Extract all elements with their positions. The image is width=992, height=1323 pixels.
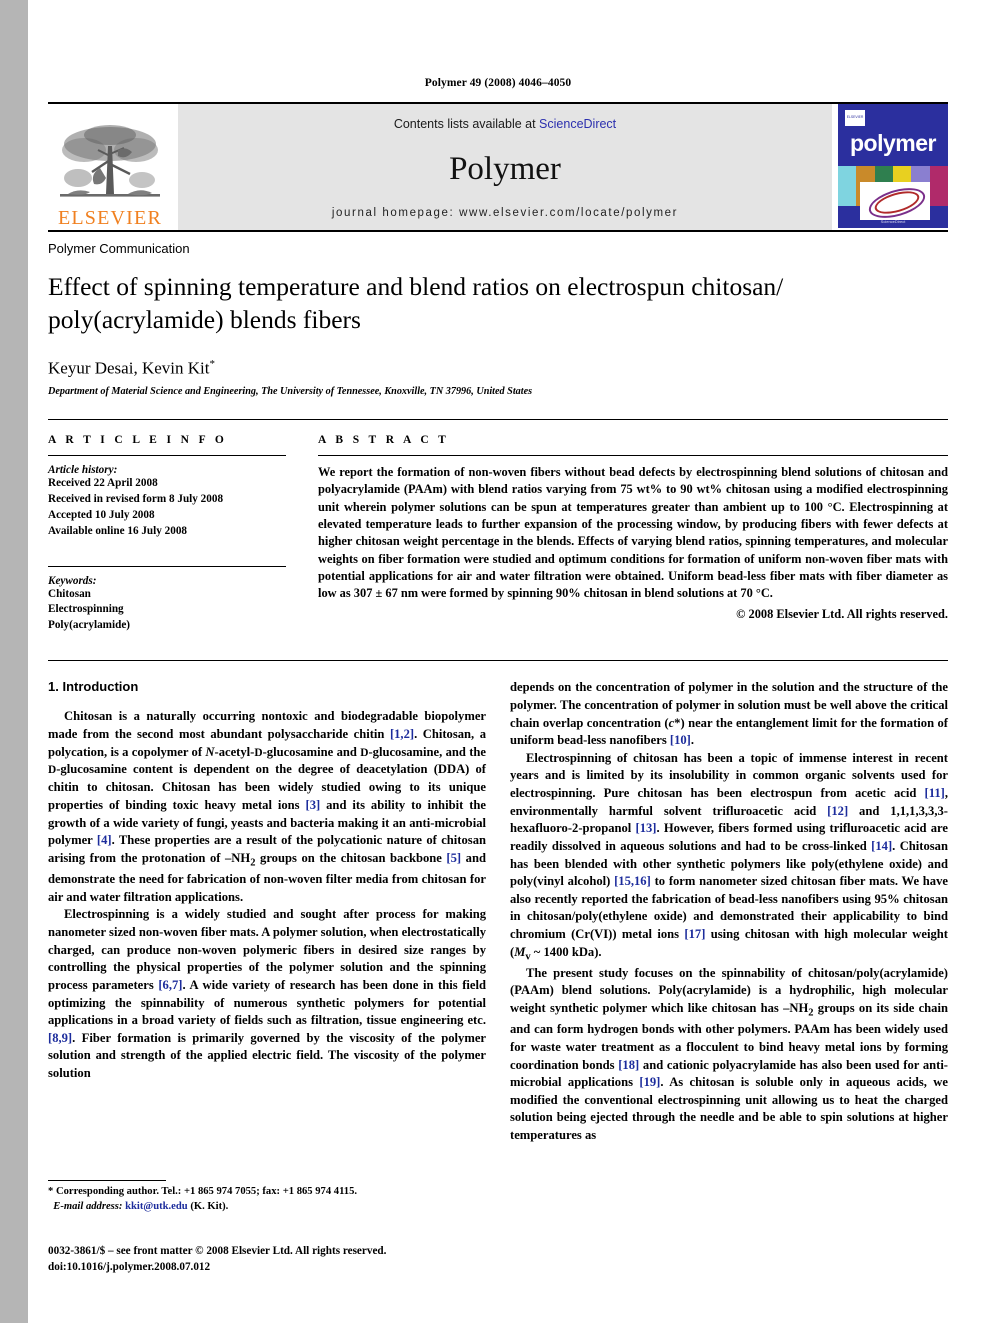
email-label: E-mail address: [53,1200,123,1212]
masthead-bottom-rule [48,230,948,232]
page-left-gutter [0,0,28,1323]
article-title-line-2: poly(acrylamide) blends fibers [48,304,361,334]
journal-cover-thumbnail: ELSEVIER polymer ScienceDirect [838,104,948,228]
email-link[interactable]: kkit@utk.edu [125,1201,188,1212]
elsevier-tree-icon [60,125,160,197]
history-item: Received 22 April 2008 [48,476,158,489]
affiliation: Department of Material Science and Engin… [48,385,533,397]
cover-panel-1 [838,166,857,206]
keywords-label: Keywords: [48,574,97,587]
keyword-item: Chitosan [48,587,91,600]
page-title: Effect of spinning temperature and blend… [48,271,948,336]
contents-available-line: Contents lists available at ScienceDirec… [394,117,616,131]
keyword-item: Poly(acrylamide) [48,619,131,632]
article-title-line-1: Effect of spinning temperature and blend… [48,272,784,301]
cover-elsevier-badge: ELSEVIER [845,110,865,126]
abstract-text: We report the formation of non-woven fib… [318,464,948,601]
footnote-block: * Corresponding author. Tel.: +1 865 974… [48,1180,478,1214]
article-info-abstract-block: A R T I C L E I N F O Article history: R… [48,418,948,634]
body-paragraph: depends on the concentration of polymer … [510,680,948,748]
body-right-column: depends on the concentration of polymer … [510,679,948,1144]
journal-masthead: ELSEVIER Contents lists available at Sci… [48,102,948,230]
email-note: E-mail address: kkit@utk.edu (K. Kit). [48,1200,478,1215]
body-paragraph: Chitosan is a naturally occurring nontox… [48,709,487,904]
corresponding-author-marker: * [209,358,215,371]
article-history-label: Article history: [48,463,118,476]
journal-article-page: Polymer 49 (2008) 4046–4050 ELSEVIER Con… [0,0,992,1323]
doi-line: doi:10.1016/j.polymer.2008.07.012 [48,1261,211,1274]
abstract-copyright: © 2008 Elsevier Ltd. All rights reserved… [736,606,948,621]
history-item: Accepted 10 July 2008 [48,508,155,521]
history-item: Received in revised form 8 July 2008 [48,492,224,505]
journal-homepage-url[interactable]: journal homepage: www.elsevier.com/locat… [332,207,678,219]
article-info-rule [48,454,286,456]
keyword-item: Electrospinning [48,603,124,616]
cover-journal-name: polymer [850,130,936,156]
page-content: Polymer 49 (2008) 4046–4050 ELSEVIER Con… [48,0,948,1145]
journal-banner: Contents lists available at ScienceDirec… [178,104,832,230]
author-list: Keyur Desai, Kevin Kit* [48,358,948,379]
journal-title: Polymer [449,150,561,187]
cover-panel-6 [929,166,948,206]
article-info-column: A R T I C L E I N F O Article history: R… [48,434,286,634]
contents-prefix: Contents lists available at [393,117,540,131]
issn-copyright-line: 0032-3861/$ – see front matter © 2008 El… [48,1245,387,1257]
cover-inset-figure [860,182,930,224]
email-owner: (K. Kit). [190,1200,229,1212]
author-names: Keyur Desai, Kevin Kit [48,358,210,378]
elsevier-wordmark: ELSEVIER [57,207,163,229]
cover-badge-label: ELSEVIER [846,115,864,119]
body-paragraph: The present study focuses on the spinnab… [510,965,949,1143]
imprint-block: 0032-3861/$ – see front matter © 2008 El… [48,1243,508,1275]
history-item: Available online 16 July 2008 [48,524,188,537]
body-paragraph: Electrospinning of chitosan has been a t… [510,750,948,963]
abstract-column: A B S T R A C T We report the formation … [318,434,948,634]
section-heading-introduction: 1. Introduction [48,679,139,695]
corresponding-author-note: * Corresponding author. Tel.: +1 865 974… [48,1186,358,1197]
sciencedirect-link[interactable]: ScienceDirect [539,117,616,131]
body-paragraph: Electrospinning is a widely studied and … [48,907,486,1081]
abstract-heading: A B S T R A C T [318,433,450,446]
article-category: Polymer Communication [48,241,190,256]
body-two-column-block: 1. Introduction Chitosan is a naturally … [48,660,948,1144]
abstract-rule [318,454,948,456]
running-head: Polymer 49 (2008) 4046–4050 [424,77,572,89]
keywords-block: Keywords: Chitosan Electrospinning Poly(… [48,565,286,635]
cover-footer-label: ScienceDirect [880,219,906,224]
footnote-rule [48,1180,166,1181]
body-left-column: 1. Introduction Chitosan is a naturally … [48,679,486,1144]
elsevier-logo: ELSEVIER [48,104,172,230]
article-info-heading: A R T I C L E I N F O [48,433,228,446]
